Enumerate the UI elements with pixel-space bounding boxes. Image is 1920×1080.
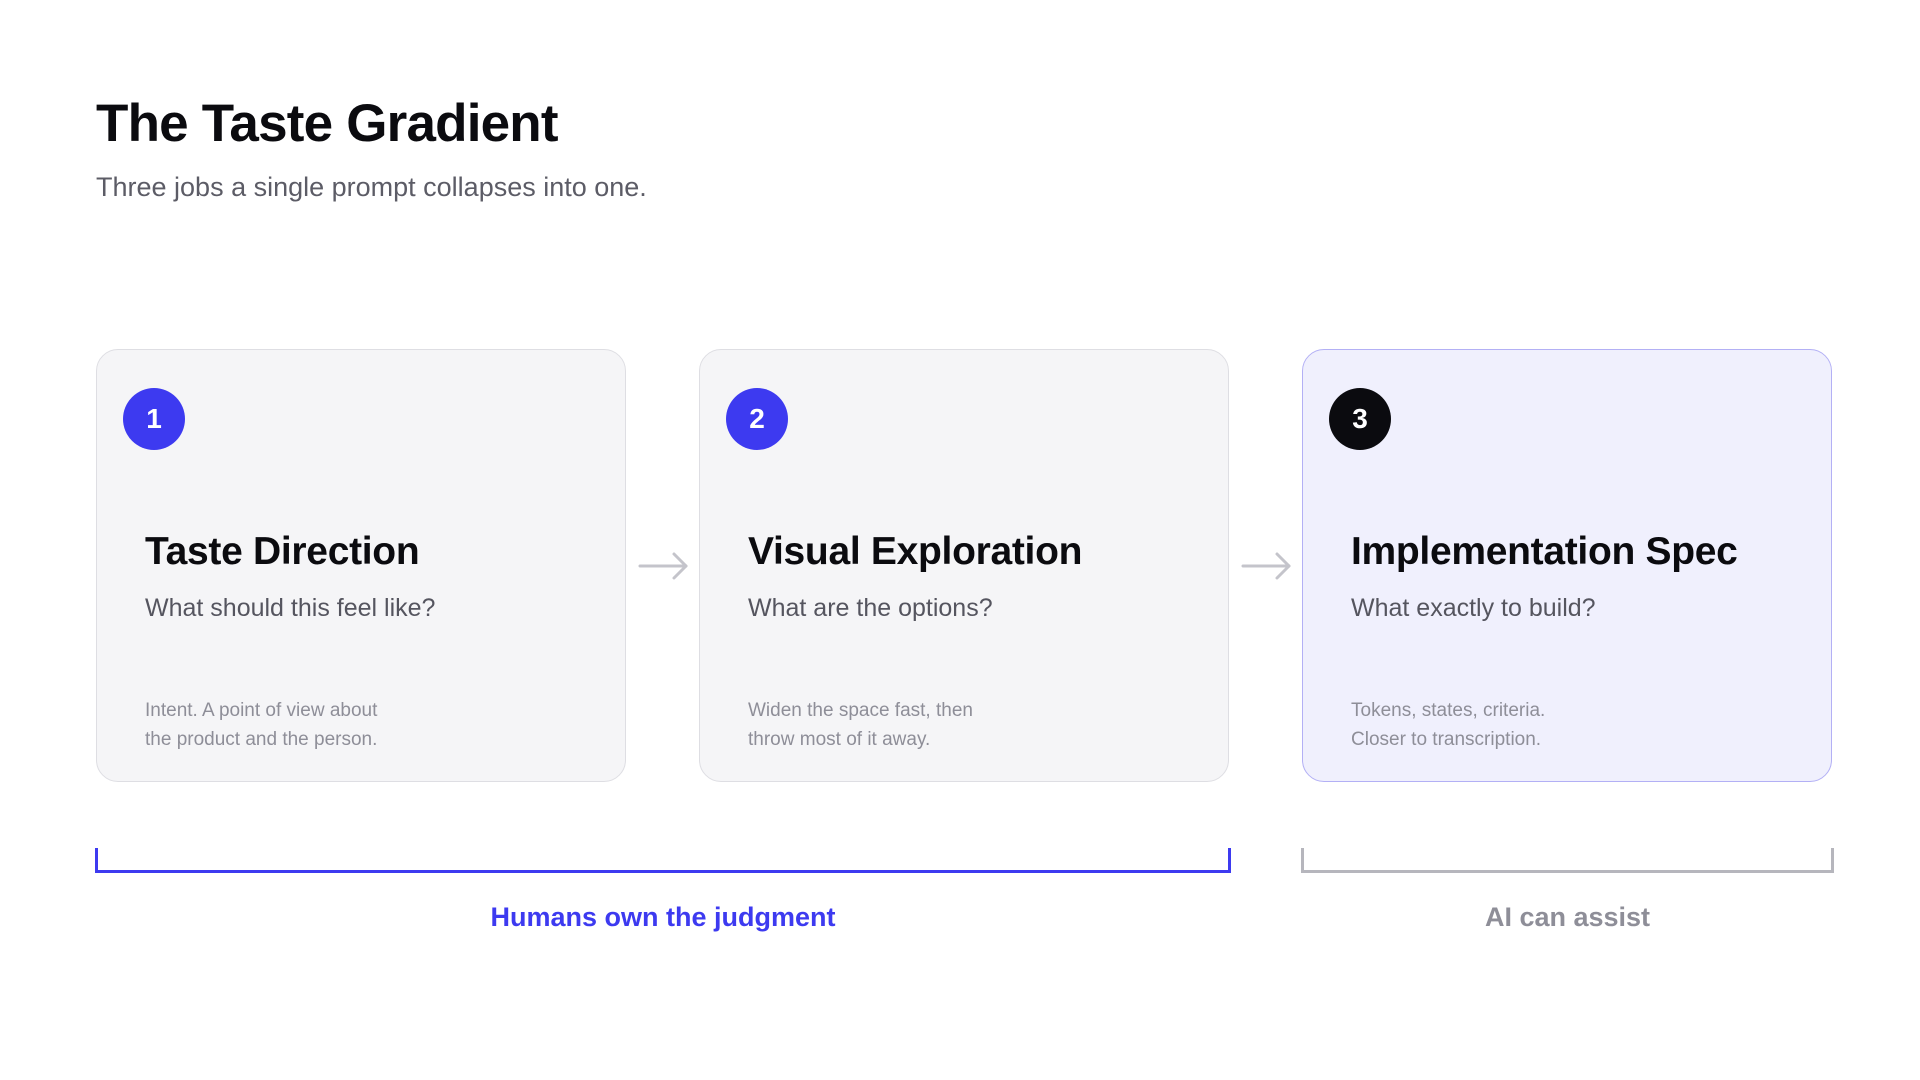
page-subtitle: Three jobs a single prompt collapses int… [96,172,647,202]
step-title: Visual Exploration [748,530,1083,573]
step-question: What exactly to build? [1351,594,1596,622]
step-number-badge: 2 [726,388,788,450]
step-title: Implementation Spec [1351,530,1738,573]
step-question: What are the options? [748,594,993,622]
step-note: Tokens, states, criteria. Closer to tran… [1351,696,1545,754]
step-note-line: Tokens, states, criteria. [1351,700,1546,721]
page-title: The Taste Gradient [96,94,559,153]
step-note-line: the product and the person. [145,729,378,750]
group-label-humans: Humans own the judgment [490,902,836,932]
step-note: Intent. A point of view about the produc… [145,696,377,754]
step-number-badge: 3 [1329,388,1391,450]
step-question: What should this feel like? [145,594,436,622]
arrow-right-icon [1241,552,1291,580]
step-note: Widen the space fast, then throw most of… [748,696,973,754]
step-note-line: Widen the space fast, then [748,700,973,721]
step-note-line: throw most of it away. [748,729,931,750]
step-number-badge: 1 [123,388,185,450]
bracket-humans [95,848,1231,873]
step-card-taste-direction: 1 Taste Direction What should this feel … [96,349,626,782]
step-card-visual-exploration: 2 Visual Exploration What are the option… [699,349,1229,782]
step-card-implementation-spec: 3 Implementation Spec What exactly to bu… [1302,349,1832,782]
group-label-ai: AI can assist [1484,902,1651,932]
step-title: Taste Direction [145,530,420,573]
arrow-right-icon [638,552,688,580]
step-note-line: Closer to transcription. [1351,729,1542,750]
step-note-line: Intent. A point of view about [145,700,378,721]
bracket-ai [1301,848,1834,873]
